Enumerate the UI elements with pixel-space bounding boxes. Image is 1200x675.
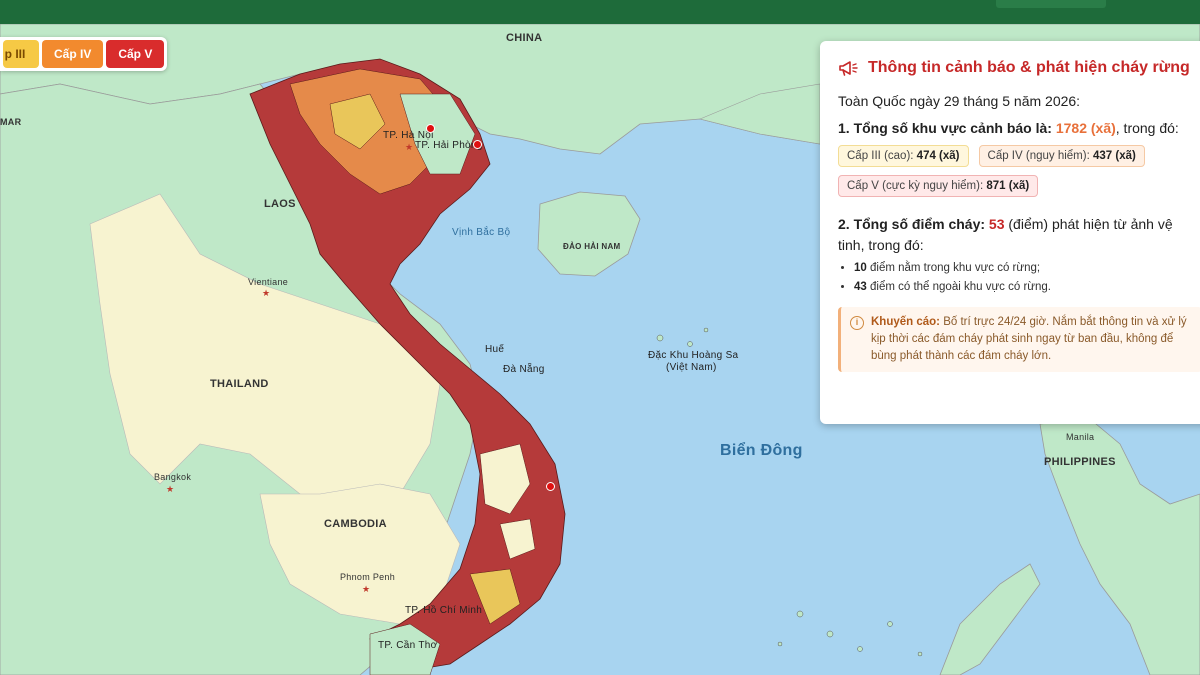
badge-v-value: 871 (xã) bbox=[986, 180, 1030, 192]
label-cantho: TP. Cần Thơ bbox=[378, 640, 438, 651]
info-icon: i bbox=[850, 316, 864, 330]
label-manila: Manila bbox=[1066, 432, 1095, 442]
fire-total-value: 53 bbox=[988, 216, 1005, 232]
label-danang: Đà Nẵng bbox=[503, 364, 545, 375]
fire-breakdown-list: 10 điểm nằm trong khu vực có rừng; 43 đi… bbox=[838, 262, 1200, 293]
advice-box: i Khuyến cáo: Bố trí trực 24/24 giờ. Nắm… bbox=[838, 307, 1200, 372]
label-phnom-penh: Phnom Penh bbox=[340, 572, 396, 582]
capital-star-icon: ★ bbox=[362, 584, 371, 594]
label-myanmar: MAR bbox=[0, 117, 22, 127]
list-item: 10 điểm nằm trong khu vực có rừng; bbox=[854, 262, 1200, 274]
legend-level-iii[interactable]: p III bbox=[3, 40, 39, 68]
bullet-1-text: điểm nằm trong khu vực có rừng; bbox=[866, 262, 1041, 274]
bullet-1-value: 10 bbox=[854, 262, 867, 274]
paracel-islet bbox=[687, 341, 693, 347]
warning-badges: Cấp III (cao): 474 (xã) Cấp IV (nguy hiể… bbox=[838, 145, 1200, 197]
label-laos: LAOS bbox=[264, 198, 296, 210]
badge-iii-value: 474 (xã) bbox=[916, 150, 960, 162]
badge-iv-label: Cấp IV (nguy hiểm): bbox=[987, 150, 1090, 162]
warning-heading: 1. Tổng số khu vực cảnh báo là: bbox=[838, 120, 1052, 136]
label-philippines: PHILIPPINES bbox=[1044, 456, 1116, 468]
badge-level-v: Cấp V (cực kỳ nguy hiểm): 871 (xã) bbox=[838, 175, 1039, 197]
list-item: 43 điểm có thể ngoài khu vực có rừng. bbox=[854, 281, 1200, 293]
badge-level-iii: Cấp III (cao): 474 (xã) bbox=[838, 145, 969, 167]
warning-suffix: , trong đó: bbox=[1115, 120, 1179, 136]
advice-label: Khuyến cáo: bbox=[871, 316, 941, 328]
warning-total-line: 1. Tổng số khu vực cảnh báo là: 1782 (xã… bbox=[838, 120, 1200, 136]
spratly-islet bbox=[917, 651, 923, 657]
spratly-islet bbox=[777, 641, 783, 647]
capital-star-icon: ★ bbox=[405, 142, 414, 152]
spratly-islet bbox=[796, 610, 804, 618]
label-gulf-tonkin: Vịnh Bắc Bộ bbox=[452, 227, 511, 238]
fire-heading: 2. Tổng số điểm cháy: bbox=[838, 216, 986, 232]
label-bangkok: Bangkok bbox=[154, 472, 192, 482]
badge-v-label: Cấp V (cực kỳ nguy hiểm): bbox=[847, 180, 984, 192]
legend-level-v[interactable]: Cấp V bbox=[106, 40, 165, 68]
megaphone-icon bbox=[839, 61, 858, 76]
badge-level-iv: Cấp IV (nguy hiểm): 437 (xã) bbox=[978, 145, 1145, 167]
capital-star-icon: ★ bbox=[262, 288, 271, 298]
fire-total-line: 2. Tổng số điểm cháy: 53 (điểm) phát hiệ… bbox=[838, 214, 1200, 256]
panel-title-text: Thông tin cảnh báo & phát hiện cháy rừng bbox=[868, 59, 1190, 76]
paracel-islet bbox=[703, 327, 709, 333]
paracel-islet bbox=[656, 334, 664, 342]
label-hainan: ĐẢO HẢI NAM bbox=[563, 242, 621, 251]
warning-level-legend: p III Cấp IV Cấp V bbox=[0, 37, 168, 71]
warning-total-value: 1782 (xã) bbox=[1055, 120, 1116, 136]
fire-point-marker[interactable] bbox=[426, 124, 435, 133]
label-east-sea: Biển Đông bbox=[720, 442, 803, 459]
badge-iv-value: 437 (xã) bbox=[1092, 150, 1136, 162]
fire-warning-panel: Thông tin cảnh báo & phát hiện cháy rừng… bbox=[820, 41, 1200, 424]
top-header-bar bbox=[0, 0, 1200, 24]
spratly-islet bbox=[826, 630, 834, 638]
label-hue: Huế bbox=[485, 344, 505, 355]
fire-point-marker[interactable] bbox=[473, 140, 482, 149]
bullet-2-value: 43 bbox=[854, 281, 867, 293]
header-button[interactable] bbox=[996, 0, 1106, 8]
fire-point-marker[interactable] bbox=[546, 482, 555, 491]
label-paracel-1: Đặc Khu Hoàng Sa bbox=[648, 350, 739, 361]
label-paracel-2: (Việt Nam) bbox=[666, 362, 717, 373]
panel-title: Thông tin cảnh báo & phát hiện cháy rừng bbox=[838, 59, 1200, 77]
badge-iii-label: Cấp III (cao): bbox=[847, 150, 914, 162]
legend-level-iv[interactable]: Cấp IV bbox=[42, 40, 104, 68]
spratly-islet bbox=[857, 646, 863, 652]
spratly-islet bbox=[887, 621, 893, 627]
bullet-2-text: điểm có thể ngoài khu vực có rừng. bbox=[866, 281, 1051, 293]
label-hcm: TP. Hồ Chí Minh bbox=[405, 605, 483, 616]
label-thailand: THAILAND bbox=[210, 378, 269, 390]
label-cambodia: CAMBODIA bbox=[324, 518, 387, 530]
report-date: Toàn Quốc ngày 29 tháng 5 năm 2026: bbox=[838, 93, 1081, 109]
label-china: CHINA bbox=[506, 32, 543, 44]
label-vientiane: Vientiane bbox=[248, 277, 289, 287]
capital-star-icon: ★ bbox=[166, 484, 175, 494]
